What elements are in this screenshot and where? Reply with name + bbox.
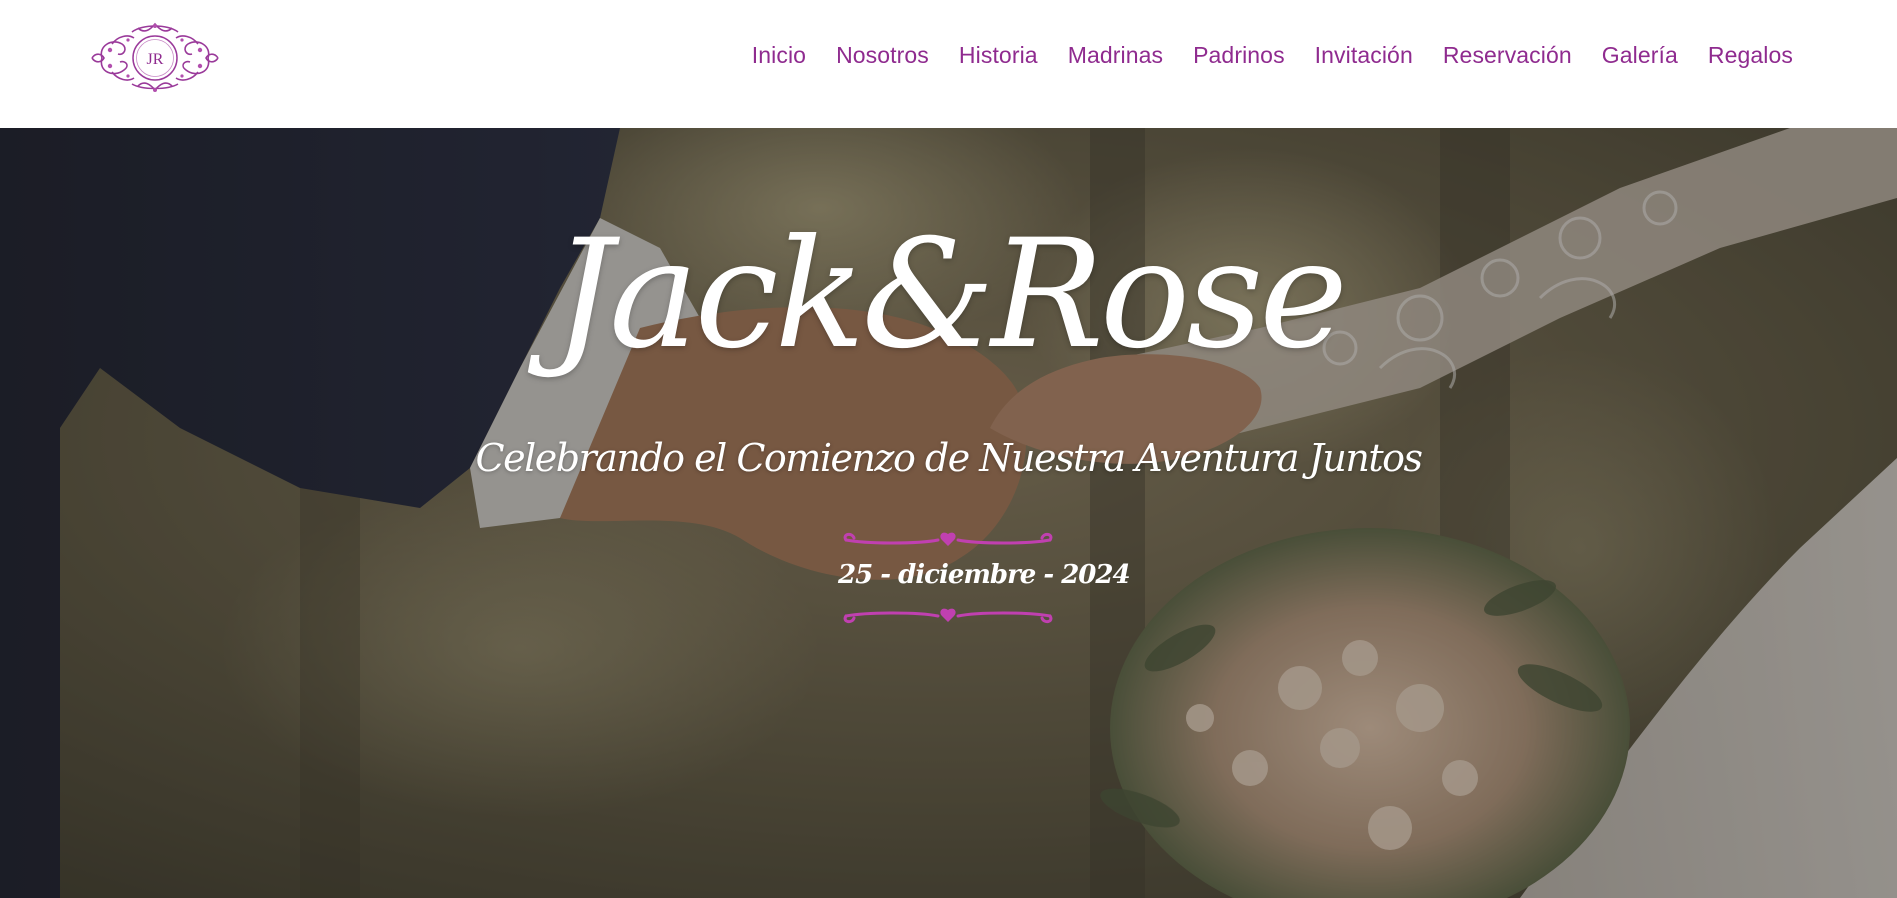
flourish-bottom-ornament (843, 608, 1053, 624)
nav-item-regalos: Regalos (1708, 42, 1793, 69)
nav-item-padrinos: Padrinos (1193, 42, 1285, 69)
nav-item-historia: Historia (959, 42, 1038, 69)
nav-item-galeria: Galería (1602, 42, 1678, 69)
nav-item-madrinas: Madrinas (1068, 42, 1163, 69)
nav-link-galeria[interactable]: Galería (1602, 42, 1678, 68)
nav-link-madrinas[interactable]: Madrinas (1068, 42, 1163, 68)
nav-link-inicio[interactable]: Inicio (752, 42, 806, 68)
monogram-logo[interactable]: JR (88, 20, 222, 92)
nav-link-invitacion[interactable]: Invitación (1315, 42, 1413, 68)
site-header: JR Inicio Nosotros Historia Madrinas Pad… (0, 0, 1897, 128)
nav-link-reservacion[interactable]: Reservación (1443, 42, 1572, 68)
nav-link-nosotros[interactable]: Nosotros (836, 42, 929, 68)
monogram-text: JR (147, 51, 164, 68)
main-nav: Inicio Nosotros Historia Madrinas Padrin… (752, 0, 1793, 110)
wedding-date: 25 - diciembre - 2024 (838, 560, 1131, 590)
hero-tagline: Celebrando el Comienzo de Nuestra Aventu… (475, 436, 1424, 480)
hero-couple-names: Jack&Rose (553, 208, 1348, 382)
wedding-date-block: 25 - diciembre - 2024 (838, 528, 1131, 628)
nav-link-historia[interactable]: Historia (959, 42, 1038, 68)
nav-link-regalos[interactable]: Regalos (1708, 42, 1793, 68)
nav-item-nosotros: Nosotros (836, 42, 929, 69)
flourish-top-ornament (843, 532, 1053, 546)
hero-section: Jack&Rose Celebrando el Comienzo de Nues… (0, 128, 1897, 898)
nav-item-invitacion: Invitación (1315, 42, 1413, 69)
nav-item-inicio: Inicio (752, 42, 806, 69)
nav-link-padrinos[interactable]: Padrinos (1193, 42, 1285, 68)
nav-item-reservacion: Reservación (1443, 42, 1572, 69)
